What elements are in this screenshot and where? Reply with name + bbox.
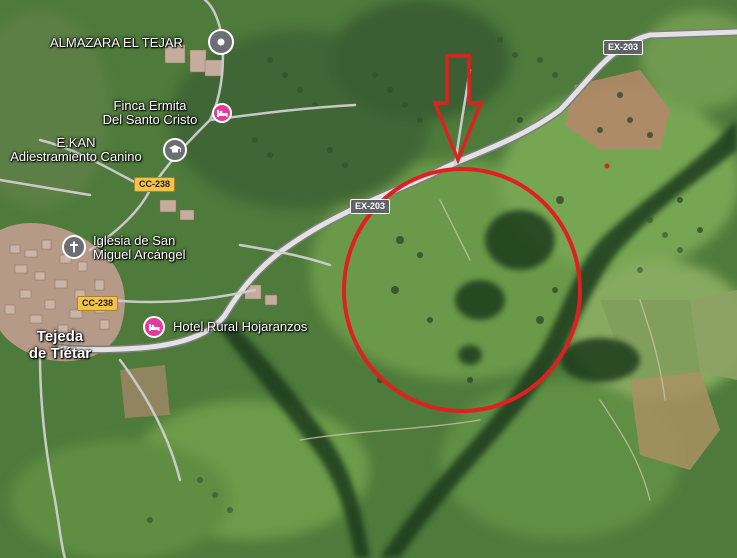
poi-label-line: Finca Ermita bbox=[113, 98, 187, 113]
education-icon[interactable] bbox=[163, 138, 187, 162]
cross-icon bbox=[70, 241, 78, 253]
road-shield-ex203: EX-203 bbox=[350, 199, 391, 214]
bed-icon bbox=[149, 324, 160, 331]
road-shield-cc238: CC-238 bbox=[77, 296, 119, 311]
town-label-line: de Tiétar bbox=[28, 345, 92, 362]
town-label[interactable]: Tejeda de Tiétar bbox=[2, 328, 118, 362]
place-pin-icon[interactable] bbox=[208, 29, 234, 55]
poi-label-finca[interactable]: Finca Ermita Del Santo Cristo bbox=[90, 99, 210, 127]
bed-icon bbox=[217, 110, 228, 117]
town-label-line: Tejeda bbox=[36, 328, 84, 345]
poi-label-line: Del Santo Cristo bbox=[102, 112, 198, 127]
graduation-cap-icon bbox=[169, 145, 181, 153]
lodging-icon[interactable] bbox=[212, 103, 232, 123]
road-shield-cc238: CC-238 bbox=[134, 177, 176, 192]
poi-label-line: Iglesia de San bbox=[93, 233, 176, 248]
satellite-map[interactable]: CC-238 CC-238 EX-203 EX-203 ALMAZARA EL … bbox=[0, 0, 737, 558]
poi-label-ekan[interactable]: E.KAN Adiestramiento Canino bbox=[0, 136, 152, 164]
poi-label-line: E.KAN bbox=[56, 135, 96, 150]
poi-label-almazara[interactable]: ALMAZARA EL TEJAR bbox=[50, 36, 183, 50]
church-icon[interactable] bbox=[62, 235, 86, 259]
satellite-imagery bbox=[0, 0, 737, 558]
lodging-icon[interactable] bbox=[143, 316, 165, 338]
pin-dot-icon bbox=[217, 38, 225, 46]
poi-label-line: Miguel Arcángel bbox=[93, 247, 186, 262]
poi-label-line: Adiestramiento Canino bbox=[10, 149, 142, 164]
poi-label-iglesia[interactable]: Iglesia de San Miguel Arcángel bbox=[93, 234, 186, 262]
poi-label-hotel[interactable]: Hotel Rural Hojaranzos bbox=[173, 320, 307, 334]
road-shield-ex203: EX-203 bbox=[603, 40, 644, 55]
